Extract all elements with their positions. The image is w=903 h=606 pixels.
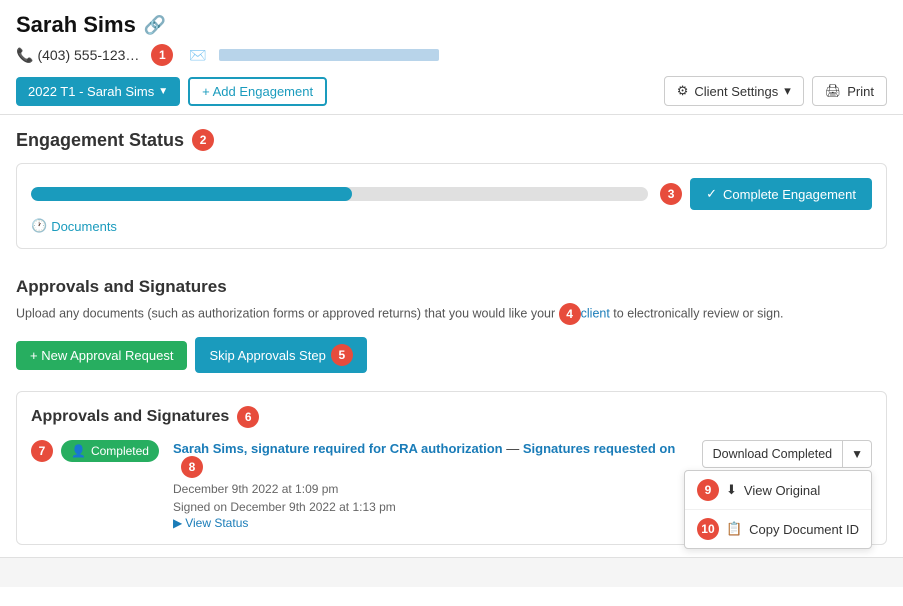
phone-icon: 📞 (16, 47, 33, 64)
annotation-9: 9 (697, 479, 719, 501)
annotation-6: 6 (237, 406, 259, 428)
approvals-inner-card: Approvals and Signatures 6 7 👤 Completed… (16, 391, 887, 545)
progress-bar-track (31, 187, 648, 201)
view-original-item[interactable]: 9 ⬇ View Original (685, 471, 871, 510)
approval-title-line: Sarah Sims, signature required for CRA a… (173, 440, 688, 478)
client-settings-label: Client Settings (694, 84, 778, 99)
annotation-1: 1 (151, 44, 173, 66)
approval-meta: December 9th 2022 at 1:09 pm Signed on D… (173, 480, 688, 516)
approvals-desc-part2: to electronically review or sign. (610, 306, 784, 320)
approval-date2: Signed on December 9th 2022 at 1:13 pm (173, 500, 396, 514)
annotation-3: 3 (660, 183, 682, 205)
approval-title-text: Sarah Sims, signature required for CRA a… (173, 441, 675, 456)
approval-item: 7 👤 Completed Sarah Sims, signature requ… (31, 440, 872, 530)
copy-document-id-label: Copy Document ID (749, 522, 859, 537)
email-bar-placeholder (219, 49, 439, 61)
checkmark-icon: ✓ (706, 186, 717, 202)
status-label: Completed (91, 444, 149, 458)
link-icon: 🔗 (144, 15, 166, 36)
clock-icon: 🕐 (31, 218, 47, 234)
progress-bar-fill (31, 187, 352, 201)
engagement-card: 3 ✓ Complete Engagement 🕐 Documents (16, 163, 887, 249)
skip-approvals-button[interactable]: Skip Approvals Step 5 (195, 337, 366, 373)
inner-card-title: Approvals and Signatures 6 (31, 406, 872, 428)
chevron-down-icon: ▼ (158, 86, 168, 97)
scroll-area (0, 557, 903, 587)
engagement-status-section: Engagement Status 2 3 ✓ Complete Engagem… (0, 115, 903, 263)
copy-document-id-item[interactable]: 10 📋 Copy Document ID (685, 510, 871, 548)
skip-approvals-label: Skip Approvals Step (209, 348, 325, 363)
dropdown-menu: 9 ⬇ View Original 10 📋 Copy Document ID (684, 470, 872, 549)
approvals-section-label: Approvals and Signatures (16, 277, 227, 296)
print-icon: 🖨 (825, 83, 842, 99)
approval-title-label: Sarah Sims, signature required for CRA a… (173, 441, 503, 456)
approval-content: Sarah Sims, signature required for CRA a… (173, 440, 688, 530)
download-icon: ⬇ (726, 482, 737, 498)
approvals-section: Approvals and Signatures Upload any docu… (0, 263, 903, 379)
toolbar-left: 2022 T1 - Sarah Sims ▼ + Add Engagement (16, 77, 327, 106)
annotation-10: 10 (697, 518, 719, 540)
engagement-label: 2022 T1 - Sarah Sims (28, 84, 154, 99)
engagement-status-label: Engagement Status (16, 130, 184, 151)
chevron-down-icon-settings: ▾ (784, 83, 791, 99)
annotation-5: 5 (331, 344, 353, 366)
dropdown-arrow-button[interactable]: ▼ (843, 440, 872, 468)
chevron-down-icon-dropdown: ▼ (851, 447, 863, 461)
client-name: Sarah Sims (16, 12, 136, 38)
complete-engagement-label: Complete Engagement (723, 187, 856, 202)
phone-number: 📞 (403) 555-123… (16, 47, 139, 64)
progress-row: 3 ✓ Complete Engagement (31, 178, 872, 210)
engagement-status-title: Engagement Status 2 (16, 129, 887, 151)
view-original-label: View Original (744, 483, 820, 498)
complete-engagement-button[interactable]: ✓ Complete Engagement (690, 178, 872, 210)
view-status-label: View Status (185, 516, 248, 530)
approvals-client-link[interactable]: client (581, 306, 610, 320)
contact-row: 📞 (403) 555-123… 1 ✉️ (16, 44, 887, 66)
print-button[interactable]: 🖨 Print (812, 76, 887, 106)
toolbar-row: 2022 T1 - Sarah Sims ▼ + Add Engagement … (16, 76, 887, 106)
triangle-icon: ▶ (173, 516, 182, 530)
client-settings-button[interactable]: ⚙ Client Settings ▾ (664, 76, 804, 106)
print-label: Print (847, 84, 874, 99)
approvals-btn-row: + New Approval Request Skip Approvals St… (16, 337, 887, 373)
approvals-desc-part1: Upload any documents (such as authorizat… (16, 306, 559, 320)
view-status-link[interactable]: ▶ View Status (173, 516, 688, 530)
user-icon: 👤 (71, 444, 86, 458)
approval-actions: Download Completed ▼ 9 ⬇ View Original 1… (702, 440, 872, 468)
engagement-selector[interactable]: 2022 T1 - Sarah Sims ▼ (16, 77, 180, 106)
toolbar-right: ⚙ Client Settings ▾ 🖨 Print (664, 76, 887, 106)
documents-label: Documents (51, 219, 117, 234)
page-header: Sarah Sims 🔗 📞 (403) 555-123… 1 ✉️ 2022 … (0, 0, 903, 114)
annotation-4: 4 (559, 303, 581, 325)
approval-subtitle: Signatures requested on (523, 441, 675, 456)
annotation-8: 8 (181, 456, 203, 478)
gear-icon: ⚙ (677, 83, 689, 99)
approvals-description: Upload any documents (such as authorizat… (16, 303, 887, 325)
client-name-row: Sarah Sims 🔗 (16, 12, 887, 38)
copy-icon: 📋 (726, 521, 742, 537)
documents-link[interactable]: 🕐 Documents (31, 218, 872, 234)
status-badge-completed: 👤 Completed (61, 440, 159, 462)
approvals-title: Approvals and Signatures (16, 277, 887, 297)
annotation-2: 2 (192, 129, 214, 151)
annotation-7: 7 (31, 440, 53, 462)
add-engagement-button[interactable]: + Add Engagement (188, 77, 327, 106)
new-approval-request-button[interactable]: + New Approval Request (16, 341, 187, 370)
approval-date1: December 9th 2022 at 1:09 pm (173, 482, 338, 496)
email-icon: ✉️ (189, 47, 206, 64)
inner-card-title-label: Approvals and Signatures (31, 408, 229, 426)
download-completed-button[interactable]: Download Completed (702, 440, 844, 468)
